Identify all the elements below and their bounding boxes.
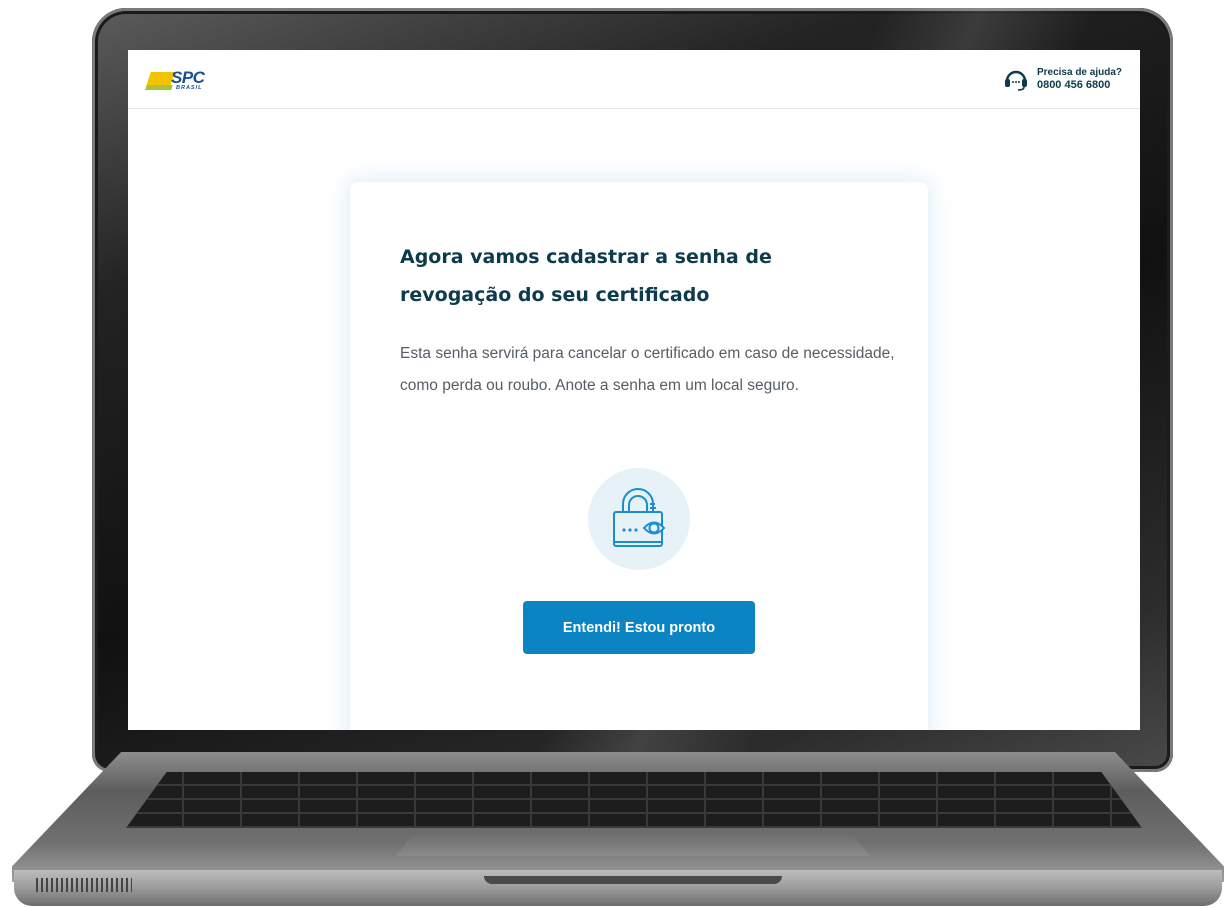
laptop-screen: SPC BRASIL Precisa de ajuda? 0800 456 68… (128, 50, 1140, 730)
app-header: SPC BRASIL Precisa de ajuda? 0800 456 68… (128, 50, 1140, 109)
laptop-vent (36, 878, 132, 892)
logo-green-mark (145, 85, 173, 90)
card-description: Esta senha servirá para cancelar o certi… (400, 345, 895, 394)
help-phone[interactable]: 0800 456 6800 (1037, 79, 1110, 92)
page-title: Agora vamos cadastrar a senha de revogaç… (400, 246, 772, 306)
revocation-password-card: Agora vamos cadastrar a senha de revogaç… (350, 182, 928, 730)
help-contact[interactable]: Precisa de ajuda? 0800 456 6800 (1003, 64, 1122, 94)
keyboard-keys (126, 772, 1142, 828)
laptop-keyboard (126, 772, 1142, 828)
help-question: Precisa de ajuda? (1036, 66, 1122, 78)
laptop-trackpad (396, 832, 870, 856)
padlock-password-eye-icon (613, 488, 666, 547)
laptop-notch (484, 876, 782, 884)
confirm-ready-button[interactable]: Entendi! Estou pronto (523, 601, 755, 654)
spc-brasil-logo[interactable]: SPC BRASIL (145, 68, 216, 94)
padlock-illustration (588, 468, 690, 570)
help-texts: Precisa de ajuda? 0800 456 6800 (1037, 67, 1122, 92)
headset-icon (1004, 70, 1027, 91)
logo-subtext: BRASIL (176, 85, 203, 91)
